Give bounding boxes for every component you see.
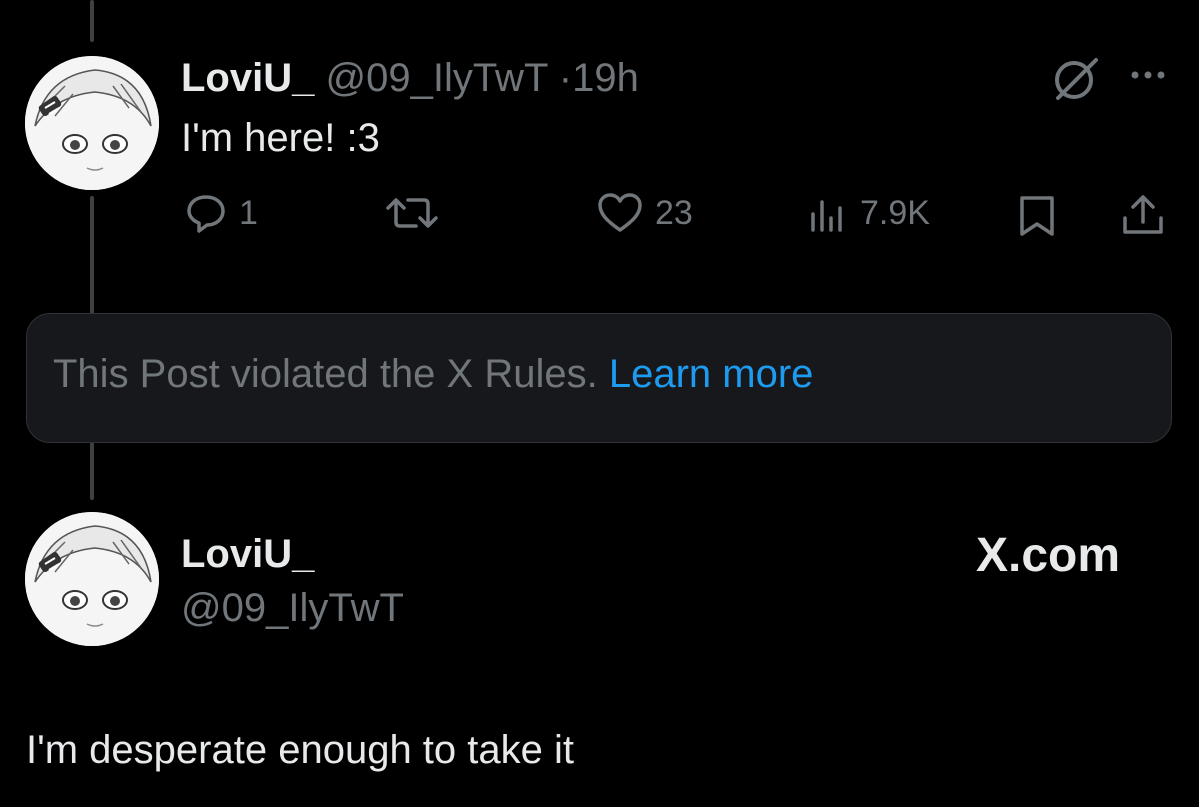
separator: · (558, 56, 573, 100)
violation-notice: This Post violated the X Rules. Learn mo… (26, 313, 1172, 443)
share-icon[interactable] (1120, 192, 1166, 243)
thread-line-lower (90, 442, 94, 500)
thread-line-top (90, 0, 94, 42)
grok-icon[interactable] (1050, 52, 1102, 104)
post-header: LoviU_ @09_IlyTwT ·19h (181, 56, 639, 101)
like-icon (598, 193, 642, 232)
timestamp[interactable]: 19h (572, 56, 639, 100)
learn-more-link[interactable]: Learn more (609, 352, 814, 396)
avatar[interactable] (25, 56, 159, 190)
card-handle[interactable]: @09_IlyTwT (181, 586, 404, 631)
views-icon (811, 200, 842, 232)
views-button[interactable]: 7.9K (808, 192, 930, 234)
avatar-illustration (25, 56, 159, 190)
more-icon[interactable] (1127, 60, 1171, 90)
handle[interactable]: @09_IlyTwT (325, 56, 547, 100)
like-button[interactable]: 23 (597, 192, 693, 234)
notice-text-line: This Post violated the X Rules. Learn mo… (53, 352, 813, 397)
reply-count: 1 (239, 193, 258, 232)
bookmark-icon[interactable] (1016, 194, 1058, 243)
repost-icon (386, 198, 438, 228)
thread-line-middle (90, 196, 94, 314)
reply-button[interactable]: 1 (185, 192, 258, 234)
post-text: I'm here! :3 (181, 116, 380, 160)
card-text: I'm desperate enough to take it (26, 728, 574, 772)
brand-logo: X.com (976, 529, 1121, 582)
view-count: 7.9K (860, 193, 930, 232)
notice-text: This Post violated the X Rules. (53, 352, 598, 396)
reply-icon (187, 195, 225, 233)
card-avatar[interactable] (25, 512, 159, 646)
display-name[interactable]: LoviU_ (181, 56, 314, 100)
avatar-illustration (25, 512, 159, 646)
repost-button[interactable] (386, 192, 438, 234)
card-display-name[interactable]: LoviU_ (181, 532, 314, 577)
like-count: 23 (655, 193, 693, 232)
